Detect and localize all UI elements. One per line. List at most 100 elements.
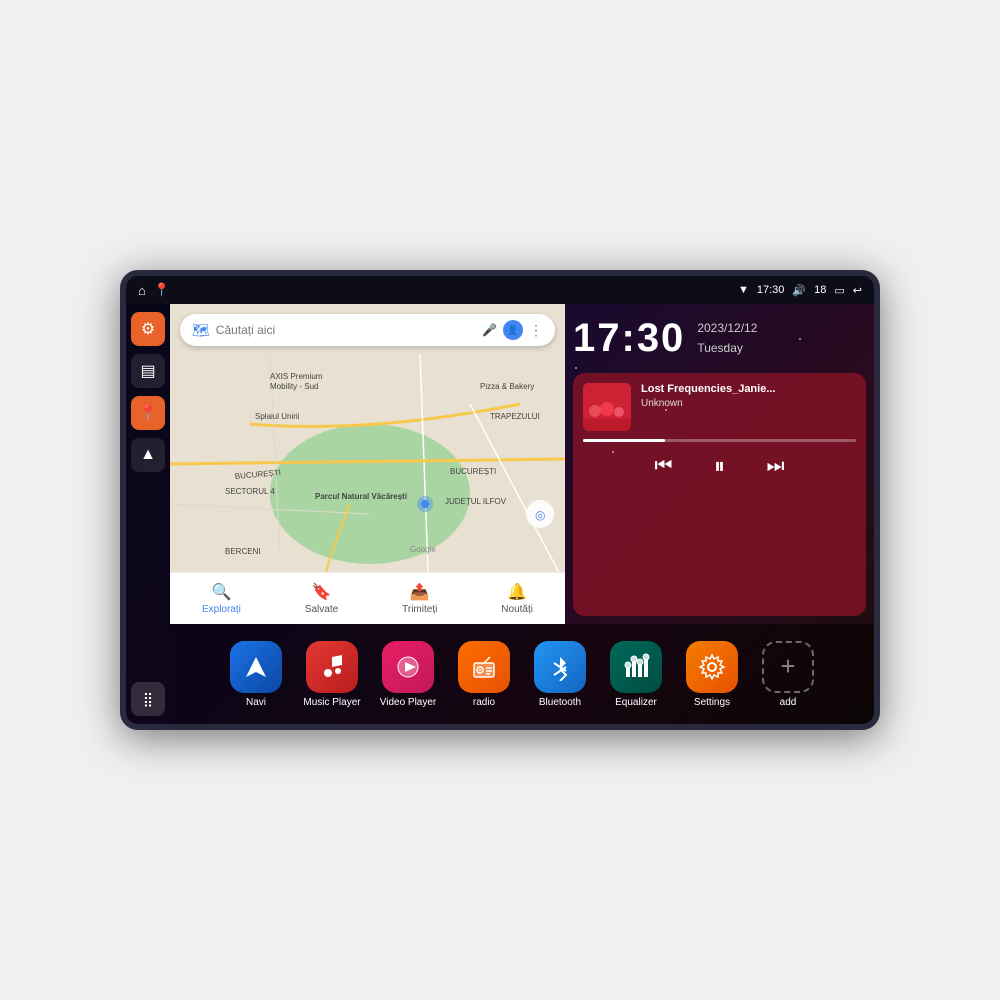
equalizer-icon <box>610 641 662 693</box>
files-icon: ▤ <box>140 361 155 381</box>
add-icon: + <box>762 641 814 693</box>
music-top: Lost Frequencies_Janie... Unknown <box>583 383 856 431</box>
map-search-bar[interactable]: 🗺 Căutați aici 🎤 👤 ⋮ <box>180 314 555 346</box>
music-progress-bar[interactable] <box>583 439 856 442</box>
sidebar-grid-button[interactable]: ⣿ <box>131 682 165 716</box>
music-info: Lost Frequencies_Janie... Unknown <box>641 383 856 409</box>
wifi-icon: ▼ <box>738 284 749 296</box>
pause-button[interactable]: ⏸ <box>702 448 738 484</box>
device-frame: ⌂ 📍 ▼ 17:30 🔊 18 ▭ ↩ ⚙ ▤ <box>120 270 880 730</box>
news-label: Noutăți <box>501 604 533 615</box>
map-nav-explore[interactable]: 🔍 Explorați <box>202 582 241 615</box>
navi-icon <box>230 641 282 693</box>
content-area: Splaiul Unirii BUCUREȘTI SECTORUL 4 BUCU… <box>170 304 874 724</box>
album-art <box>583 383 631 431</box>
settings-app-label: Settings <box>694 697 730 708</box>
share-icon: 📤 <box>410 582 430 602</box>
music-title: Lost Frequencies_Janie... <box>641 383 856 395</box>
maps-status-icon[interactable]: 📍 <box>154 282 170 298</box>
maps-icon: 📍 <box>138 403 158 423</box>
map-panel[interactable]: Splaiul Unirii BUCUREȘTI SECTORUL 4 BUCU… <box>170 304 565 624</box>
svg-text:JUDEȚUL ILFOV: JUDEȚUL ILFOV <box>445 497 507 506</box>
battery-icon: ▭ <box>834 284 844 297</box>
back-icon[interactable]: ↩ <box>853 284 862 297</box>
svg-text:BERCENI: BERCENI <box>225 547 261 556</box>
status-time: 17:30 <box>757 284 785 296</box>
volume-icon: 🔊 <box>792 284 806 297</box>
main-screen: ⚙ ▤ 📍 ▲ ⣿ <box>126 304 874 724</box>
bluetooth-label: Bluetooth <box>539 697 581 708</box>
clock-widget: 17:30 2023/12/12 Tuesday <box>573 312 866 365</box>
clock-date-value: 2023/12/12 <box>697 319 757 338</box>
app-equalizer[interactable]: Equalizer <box>602 641 670 708</box>
nav-icon: ▲ <box>140 446 156 464</box>
map-nav-share[interactable]: 📤 Trimiteți <box>402 582 437 615</box>
right-panel: 17:30 2023/12/12 Tuesday <box>565 304 874 624</box>
music-controls: ⏮ ⏸ ⏭ <box>583 448 856 484</box>
sidebar: ⚙ ▤ 📍 ▲ ⣿ <box>126 304 170 724</box>
map-search-text[interactable]: Căutați aici <box>216 323 476 337</box>
mic-icon[interactable]: 🎤 <box>482 323 497 337</box>
clock-day: Tuesday <box>697 339 757 358</box>
settings-icon: ⚙ <box>141 319 155 339</box>
video-player-icon <box>382 641 434 693</box>
sidebar-files-button[interactable]: ▤ <box>131 354 165 388</box>
app-grid: Navi Music Player <box>214 641 830 708</box>
radio-label: radio <box>473 697 495 708</box>
svg-text:Google: Google <box>410 545 436 554</box>
prev-button[interactable]: ⏮ <box>646 448 682 484</box>
map-nav-saved[interactable]: 🔖 Salvate <box>305 582 338 615</box>
clock-time: 17:30 <box>573 316 685 361</box>
equalizer-label: Equalizer <box>615 697 657 708</box>
svg-text:Splaiul Unirii: Splaiul Unirii <box>255 412 300 421</box>
status-bar: ⌂ 📍 ▼ 17:30 🔊 18 ▭ ↩ <box>126 276 874 304</box>
news-icon: 🔔 <box>507 582 527 602</box>
home-icon[interactable]: ⌂ <box>138 283 146 298</box>
sidebar-nav-button[interactable]: ▲ <box>131 438 165 472</box>
menu-dots-icon[interactable]: ⋮ <box>529 322 543 339</box>
map-nav-news[interactable]: 🔔 Noutăți <box>501 582 533 615</box>
music-widget: Lost Frequencies_Janie... Unknown ⏮ ⏸ ⏭ <box>573 373 866 616</box>
clock-date: 2023/12/12 Tuesday <box>697 319 757 357</box>
app-bluetooth[interactable]: Bluetooth <box>526 641 594 708</box>
app-music-player[interactable]: Music Player <box>298 641 366 708</box>
app-settings[interactable]: Settings <box>678 641 746 708</box>
app-navi[interactable]: Navi <box>222 641 290 708</box>
app-add[interactable]: + add <box>754 641 822 708</box>
svg-text:Parcul Natural Văcărești: Parcul Natural Văcărești <box>315 492 407 501</box>
explore-label: Explorați <box>202 604 241 615</box>
user-avatar[interactable]: 👤 <box>503 320 523 340</box>
app-radio[interactable]: radio <box>450 641 518 708</box>
svg-text:SECTORUL 4: SECTORUL 4 <box>225 487 275 496</box>
map-pin-icon: 🗺 <box>192 322 210 339</box>
progress-fill <box>583 439 665 442</box>
svg-text:Pizza & Bakery: Pizza & Bakery <box>480 382 534 391</box>
saved-icon: 🔖 <box>312 582 332 602</box>
music-artist: Unknown <box>641 398 856 409</box>
music-player-label: Music Player <box>303 697 360 708</box>
bluetooth-icon <box>534 641 586 693</box>
add-label: add <box>780 697 797 708</box>
navi-label: Navi <box>246 697 266 708</box>
app-grid-container: Navi Music Player <box>170 624 874 724</box>
svg-text:AXIS Premium: AXIS Premium <box>270 372 323 381</box>
app-video-player[interactable]: Video Player <box>374 641 442 708</box>
explore-icon: 🔍 <box>211 582 231 602</box>
sidebar-settings-button[interactable]: ⚙ <box>131 312 165 346</box>
saved-label: Salvate <box>305 604 338 615</box>
sidebar-maps-button[interactable]: 📍 <box>131 396 165 430</box>
video-player-label: Video Player <box>380 697 437 708</box>
svg-text:◎: ◎ <box>535 508 545 522</box>
battery-level: 18 <box>814 284 826 296</box>
radio-icon <box>458 641 510 693</box>
next-button[interactable]: ⏭ <box>758 448 794 484</box>
share-label: Trimiteți <box>402 604 437 615</box>
svg-text:Mobility - Sud: Mobility - Sud <box>270 382 318 391</box>
top-row: Splaiul Unirii BUCUREȘTI SECTORUL 4 BUCU… <box>170 304 874 624</box>
grid-icon: ⣿ <box>143 691 153 708</box>
status-left: ⌂ 📍 <box>138 282 170 298</box>
settings-app-icon <box>686 641 738 693</box>
status-right: ▼ 17:30 🔊 18 ▭ ↩ <box>738 284 862 297</box>
svg-text:TRAPEZULUI: TRAPEZULUI <box>490 412 540 421</box>
music-player-icon <box>306 641 358 693</box>
